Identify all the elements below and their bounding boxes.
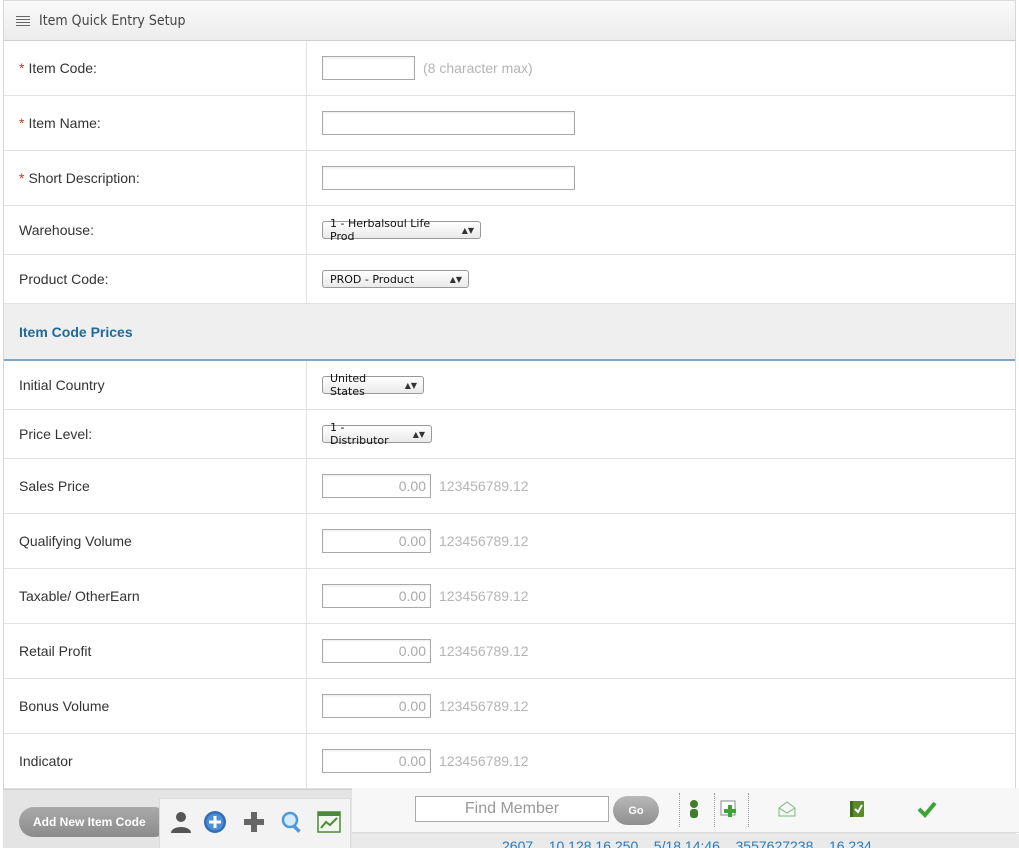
initial-country-select[interactable]: United States ▲▼ xyxy=(322,372,424,398)
item-name-label-text: Item Name: xyxy=(28,115,101,131)
qualifying-volume-value-cell: 0.00 123456789.12 xyxy=(307,514,1015,568)
short-description-label: * Short Description: xyxy=(4,151,307,205)
warehouse-selected: 1 - Herbalsoul Life Prod xyxy=(330,217,431,243)
member-search-bar: Find Member Go xyxy=(352,788,1019,833)
item-name-input[interactable] xyxy=(322,111,575,135)
item-code-value-cell: (8 character max) xyxy=(307,41,1015,95)
qualifying-volume-label: Qualifying Volume xyxy=(4,514,307,568)
warehouse-label: Warehouse: xyxy=(4,206,307,254)
qualifying-volume-hint: 123456789.12 xyxy=(439,533,529,549)
item-code-label: * Item Code: xyxy=(4,41,307,95)
initial-country-selected: United States xyxy=(330,372,367,398)
product-code-select[interactable]: PROD - Product ▲▼ xyxy=(322,270,469,288)
product-code-row: Product Code: PROD - Product ▲▼ xyxy=(4,255,1015,304)
price-level-select[interactable]: 1 - Distributor ▲▼ xyxy=(322,421,432,447)
toolbar-divider xyxy=(679,793,680,827)
taxable-other-earn-value-cell: 0.00 123456789.12 xyxy=(307,569,1015,623)
select-arrows-icon: ▲▼ xyxy=(449,274,462,284)
qualifying-volume-input[interactable]: 0.00 xyxy=(322,529,431,553)
panel-header: Item Quick Entry Setup xyxy=(4,0,1015,41)
indicator-row: Indicator 0.00 123456789.12 xyxy=(4,734,1015,789)
plus-icon[interactable] xyxy=(241,809,267,835)
indicator-input[interactable]: 0.00 xyxy=(322,749,431,773)
initial-country-row: Initial Country United States ▲▼ xyxy=(4,361,1015,410)
bonus-volume-input[interactable]: 0.00 xyxy=(322,694,431,718)
product-code-label: Product Code: xyxy=(4,255,307,303)
chart-icon[interactable] xyxy=(316,809,342,835)
person-green-icon[interactable] xyxy=(683,798,705,820)
notebook-icon[interactable] xyxy=(846,798,868,820)
checkmark-icon[interactable] xyxy=(916,798,938,820)
price-level-value-cell: 1 - Distributor ▲▼ xyxy=(307,410,1015,458)
taxable-other-earn-row: Taxable/ OtherEarn 0.00 123456789.12 xyxy=(4,569,1015,624)
member-toolbar: Find Member Go 2607 10.128.16.250 5/18 1… xyxy=(159,788,1019,848)
item-code-row: * Item Code: (8 character max) xyxy=(4,41,1015,96)
price-level-selected: 1 - Distributor xyxy=(330,421,389,447)
sales-price-hint: 123456789.12 xyxy=(439,478,529,494)
item-code-input[interactable] xyxy=(322,56,415,80)
indicator-value-cell: 0.00 123456789.12 xyxy=(307,734,1015,788)
find-member-input[interactable]: Find Member xyxy=(415,796,609,822)
warehouse-row: Warehouse: 1 - Herbalsoul Life Prod ▲▼ xyxy=(4,206,1015,255)
price-level-row: Price Level: 1 - Distributor ▲▼ xyxy=(4,410,1015,459)
mail-icon[interactable] xyxy=(776,798,798,820)
price-level-label: Price Level: xyxy=(4,410,307,458)
taxable-other-earn-input[interactable]: 0.00 xyxy=(322,584,431,608)
toolbar-divider xyxy=(714,793,715,827)
retail-profit-label: Retail Profit xyxy=(4,624,307,678)
add-circle-icon[interactable] xyxy=(202,809,228,835)
retail-profit-input[interactable]: 0.00 xyxy=(322,639,431,663)
taxable-other-earn-hint: 123456789.12 xyxy=(439,588,529,604)
add-window-icon[interactable] xyxy=(719,798,741,820)
item-code-label-text: Item Code: xyxy=(28,60,97,76)
product-code-selected: PROD - Product xyxy=(330,272,415,286)
retail-profit-value-cell: 0.00 123456789.12 xyxy=(307,624,1015,678)
required-marker: * xyxy=(19,170,25,186)
item-name-row: * Item Name: xyxy=(4,96,1015,151)
user-icon[interactable] xyxy=(168,809,194,835)
select-arrows-icon: ▲▼ xyxy=(404,380,417,390)
select-arrows-icon: ▲▼ xyxy=(461,225,474,235)
sales-price-label: Sales Price xyxy=(4,459,307,513)
bonus-volume-row: Bonus Volume 0.00 123456789.12 xyxy=(4,679,1015,734)
item-name-value-cell xyxy=(307,96,1015,150)
go-button[interactable]: Go xyxy=(613,796,659,825)
section-title: Item Code Prices xyxy=(19,323,133,340)
sales-price-value-cell: 0.00 123456789.12 xyxy=(307,459,1015,513)
panel-title: Item Quick Entry Setup xyxy=(39,12,186,29)
warehouse-select[interactable]: 1 - Herbalsoul Life Prod ▲▼ xyxy=(322,217,481,243)
initial-country-value-cell: United States ▲▼ xyxy=(307,361,1015,409)
toolbar-divider xyxy=(748,793,749,827)
item-code-hint: (8 character max) xyxy=(423,60,533,76)
indicator-hint: 123456789.12 xyxy=(439,753,529,769)
taxable-other-earn-label: Taxable/ OtherEarn xyxy=(4,569,307,623)
retail-profit-hint: 123456789.12 xyxy=(439,643,529,659)
short-description-row: * Short Description: xyxy=(4,151,1015,206)
search-icon[interactable] xyxy=(279,809,305,835)
short-description-input[interactable] xyxy=(322,166,575,190)
add-new-item-code-button[interactable]: Add New Item Code xyxy=(19,807,169,837)
qualifying-volume-row: Qualifying Volume 0.00 123456789.12 xyxy=(4,514,1015,569)
bonus-volume-hint: 123456789.12 xyxy=(439,698,529,714)
select-arrows-icon: ▲▼ xyxy=(412,429,425,439)
bonus-volume-label: Bonus Volume xyxy=(4,679,307,733)
item-quick-entry-panel: Item Quick Entry Setup * Item Code: (8 c… xyxy=(3,0,1016,848)
retail-profit-row: Retail Profit 0.00 123456789.12 xyxy=(4,624,1015,679)
status-text: 2607 10.128.16.250 5/18 14:46 3557627238… xyxy=(502,838,872,848)
item-name-label: * Item Name: xyxy=(4,96,307,150)
item-code-prices-header: Item Code Prices xyxy=(4,304,1015,361)
menu-icon[interactable] xyxy=(16,15,30,26)
initial-country-label: Initial Country xyxy=(4,361,307,409)
sales-price-row: Sales Price 0.00 123456789.12 xyxy=(4,459,1015,514)
short-description-value-cell xyxy=(307,151,1015,205)
short-description-label-text: Short Description: xyxy=(28,170,140,186)
bonus-volume-value-cell: 0.00 123456789.12 xyxy=(307,679,1015,733)
required-marker: * xyxy=(19,115,25,131)
status-line: 2607 10.128.16.250 5/18 14:46 3557627238… xyxy=(352,834,1019,848)
product-code-value-cell: PROD - Product ▲▼ xyxy=(307,255,1015,303)
warehouse-value-cell: 1 - Herbalsoul Life Prod ▲▼ xyxy=(307,206,1015,254)
sales-price-input[interactable]: 0.00 xyxy=(322,474,431,498)
indicator-label: Indicator xyxy=(4,734,307,788)
required-marker: * xyxy=(19,60,25,76)
